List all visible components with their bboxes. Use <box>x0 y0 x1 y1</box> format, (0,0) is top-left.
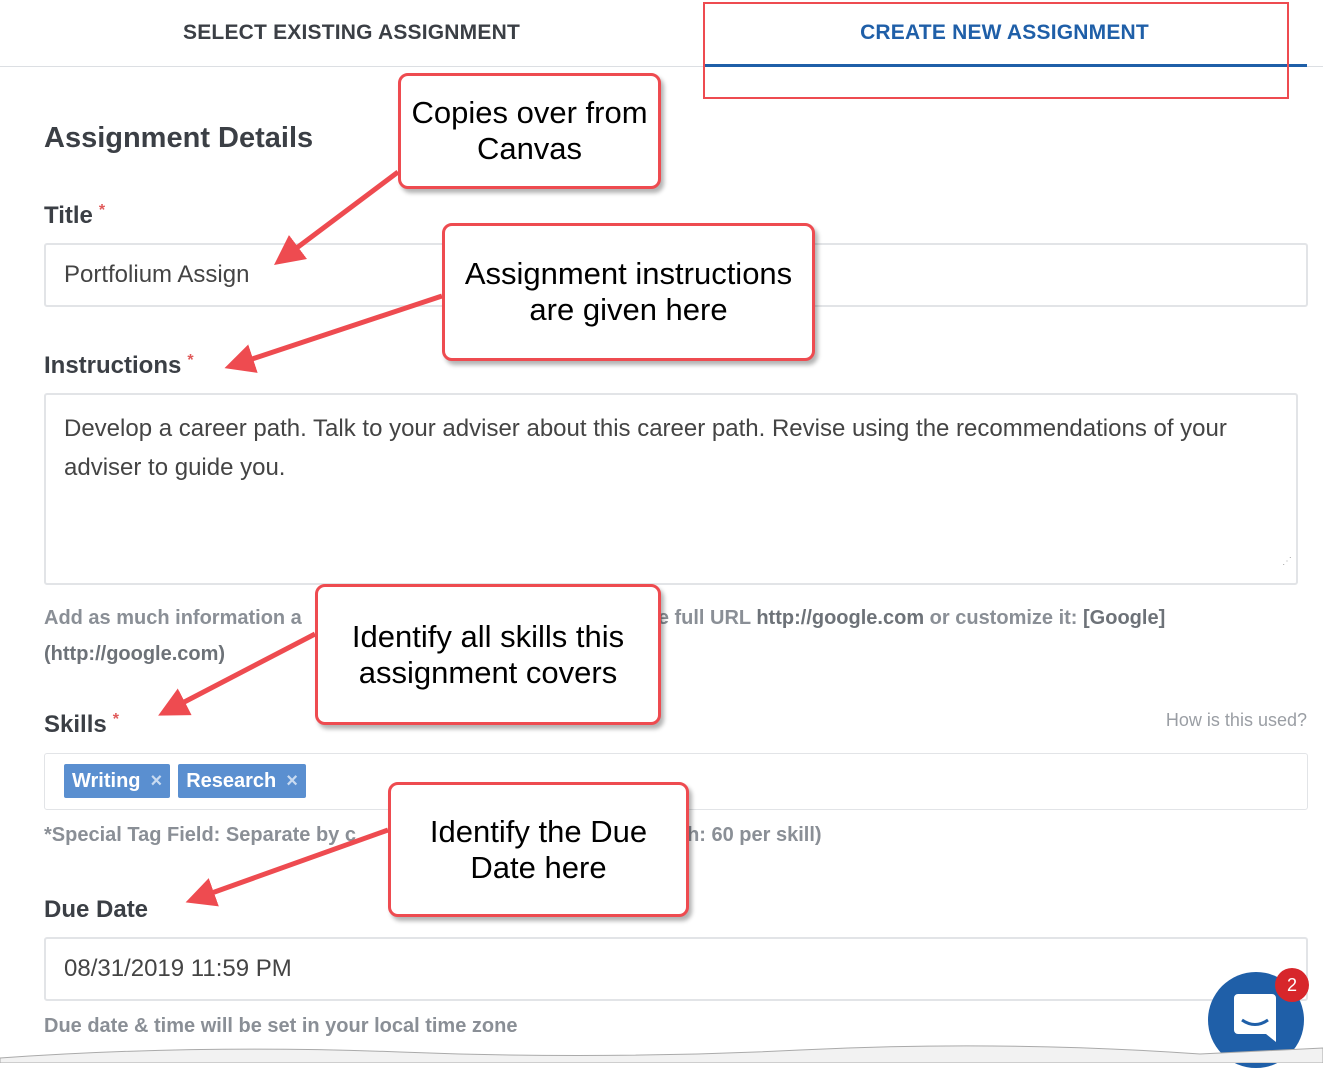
callout-due-date: Identify the Due Date here <box>388 782 689 917</box>
arrow <box>185 827 389 907</box>
callout-copies: Copies over from Canvas <box>398 73 661 189</box>
arrow <box>274 170 400 265</box>
callout-instructions: Assignment instructions are given here <box>442 223 815 361</box>
arrow <box>158 631 317 716</box>
arrow <box>224 293 443 373</box>
callout-skills: Identify all skills this assignment cove… <box>315 584 661 725</box>
